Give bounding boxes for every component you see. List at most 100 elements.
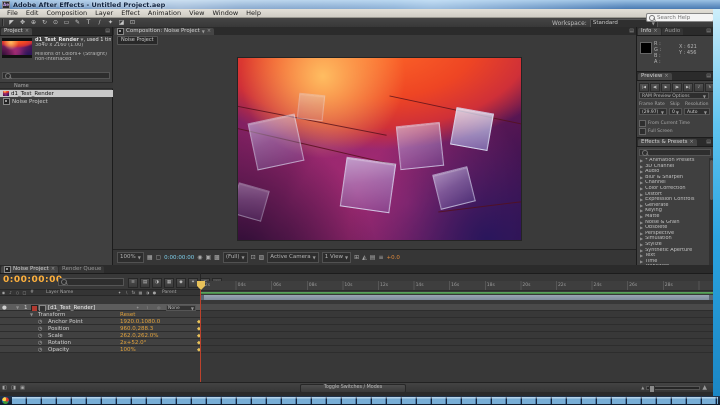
layer-row[interactable]: ● ▼ 1 [d1_Test_Render] ✦ ∖ ◎ None ▼: [0, 304, 713, 311]
transport-button[interactable]: ▶|: [683, 83, 693, 92]
viewer-chip[interactable]: Noise Project: [117, 36, 158, 45]
menu-item[interactable]: Effect: [117, 9, 144, 18]
project-item-composition[interactable]: Noise Project: [0, 98, 113, 105]
view-layout-dropdown[interactable]: 1 View ▼: [322, 252, 351, 263]
timeline-button[interactable]: ◑: [152, 278, 162, 288]
channels-icon[interactable]: ▩: [214, 254, 220, 261]
menu-item[interactable]: Edit: [22, 9, 43, 18]
property-value[interactable]: 1920.0,1080.0: [120, 319, 160, 325]
panel-menu-icon[interactable]: ▤: [105, 28, 110, 35]
tab-timeline-noise-project[interactable]: Noise Project ×: [1, 266, 58, 273]
resolution-dropdown[interactable]: Auto ▼: [684, 108, 710, 115]
layer-quality-icon[interactable]: ✦: [136, 305, 139, 311]
expand-transfer-icon[interactable]: ▣: [18, 385, 27, 391]
frame-rate-dropdown[interactable]: (29.97) ▼: [639, 108, 667, 115]
tool-icon[interactable]: ◪: [116, 18, 127, 27]
zoom-out-icon[interactable]: ▲: [641, 385, 644, 390]
tool-icon[interactable]: ✥: [17, 18, 28, 27]
transport-button[interactable]: ▶: [661, 83, 671, 92]
stopwatch-icon[interactable]: ◷: [38, 340, 42, 346]
close-icon[interactable]: ×: [653, 28, 657, 35]
effects-search-box[interactable]: [639, 149, 711, 156]
viewer-timecode[interactable]: 0:00:00:00: [164, 255, 194, 261]
tool-icon[interactable]: ◤: [6, 18, 17, 27]
current-time-display[interactable]: 0:00:00:00: [3, 275, 63, 285]
transport-button[interactable]: |◀: [639, 83, 649, 92]
tool-icon[interactable]: T: [83, 18, 94, 27]
region-of-interest-icon[interactable]: ⊡: [251, 254, 256, 261]
expand-in-out-icon[interactable]: ◧: [0, 385, 9, 391]
timeline-search-input[interactable]: [69, 279, 117, 285]
panel-menu-icon[interactable]: ▤: [706, 28, 711, 35]
help-search-input[interactable]: [657, 15, 711, 21]
tool-icon[interactable]: ⊡: [127, 18, 138, 27]
zoom-in-icon[interactable]: ▲: [702, 384, 707, 391]
tool-icon[interactable]: ▭: [61, 18, 72, 27]
close-icon[interactable]: ×: [25, 28, 29, 35]
project-search-box[interactable]: [2, 72, 110, 79]
transform-property-row[interactable]: ◷ Rotation 2x+52.0° ◆: [0, 339, 713, 346]
project-name-column-header[interactable]: Name: [0, 82, 113, 89]
stopwatch-icon[interactable]: ◷: [38, 319, 42, 325]
transform-property-row[interactable]: ◷ Anchor Point 1920.0,1080.0 ◆: [0, 318, 713, 325]
panel-menu-icon[interactable]: ▤: [706, 73, 711, 80]
timeline-button[interactable]: ▦: [164, 278, 174, 288]
tool-icon[interactable]: ✦: [105, 18, 116, 27]
fast-previews-icon[interactable]: ◭: [362, 254, 367, 261]
panel-menu-icon[interactable]: ▤: [706, 139, 711, 146]
close-icon[interactable]: ×: [207, 28, 211, 35]
transform-property-row[interactable]: ◷ Opacity 100% ◆: [0, 346, 713, 353]
checkbox-icon[interactable]: [639, 128, 646, 135]
tool-icon[interactable]: ✎: [72, 18, 83, 27]
close-icon[interactable]: ×: [690, 139, 694, 146]
expand-render-time-icon[interactable]: ◨: [9, 385, 18, 391]
help-search-box[interactable]: [646, 13, 714, 22]
start-button-icon[interactable]: [2, 397, 9, 404]
transform-property-row[interactable]: ◷ Position 960.0,288.3 ◆: [0, 325, 713, 332]
panel-menu-icon[interactable]: ▤: [629, 28, 634, 35]
tab-effects-presets[interactable]: Effects & Presets ×: [638, 139, 697, 146]
flowchart-icon[interactable]: ≡: [378, 254, 383, 261]
menu-item[interactable]: Layer: [91, 9, 117, 18]
property-name[interactable]: Scale: [48, 333, 63, 339]
camera-view-dropdown[interactable]: Active Camera ▼: [267, 252, 318, 263]
property-name[interactable]: Position: [48, 326, 69, 332]
work-area-bar[interactable]: [200, 295, 713, 300]
menu-item[interactable]: Window: [209, 9, 243, 18]
parent-dropdown[interactable]: None ▼: [166, 305, 196, 311]
tab-preview[interactable]: Preview ×: [638, 73, 672, 80]
menu-item[interactable]: Help: [242, 9, 265, 18]
tool-icon[interactable]: ⊕: [28, 18, 39, 27]
close-icon[interactable]: ×: [664, 73, 668, 80]
effects-search-input[interactable]: [650, 150, 703, 156]
layer-name[interactable]: [d1_Test_Render]: [48, 305, 95, 311]
timeline-button[interactable]: ◆: [176, 278, 186, 288]
grid-guides-icon[interactable]: ▦: [147, 254, 153, 261]
from-current-time-checkbox[interactable]: From Current Time: [639, 120, 690, 127]
property-value[interactable]: 262.0,262.0%: [120, 333, 158, 339]
tab-info[interactable]: Info ×: [638, 28, 661, 35]
property-value[interactable]: 2x+52.0°: [120, 340, 146, 346]
tool-icon[interactable]: ∕: [94, 18, 105, 27]
parent-header[interactable]: Parent: [158, 289, 200, 296]
tool-icon[interactable]: ⊙: [50, 18, 61, 27]
taskbar-window-buttons[interactable]: [12, 397, 718, 404]
magnification-dropdown[interactable]: 100% ▼: [117, 252, 144, 263]
property-value[interactable]: 100%: [120, 347, 136, 353]
parent-pickwhip-icon[interactable]: ◎: [157, 305, 161, 311]
tab-project[interactable]: Project ×: [1, 28, 32, 35]
pixel-aspect-icon[interactable]: ⊞: [354, 254, 359, 261]
snapshot-icon[interactable]: ◉: [197, 254, 202, 261]
layer-name-header[interactable]: Layer Name: [36, 289, 116, 296]
tab-composition[interactable]: Composition: Noise Project ▼ ×: [114, 28, 214, 35]
tab-render-queue[interactable]: Render Queue: [59, 266, 104, 273]
tool-icon[interactable]: ↻: [39, 18, 50, 27]
property-name[interactable]: Rotation: [48, 340, 71, 346]
timeline-button-icon[interactable]: ▤: [370, 254, 376, 261]
skip-dropdown[interactable]: 0 ▼: [669, 108, 682, 115]
transform-property-row[interactable]: ◷ Scale 262.0,262.0% ◆: [0, 332, 713, 339]
tab-audio[interactable]: Audio: [662, 28, 684, 35]
zoom-slider[interactable]: [646, 386, 700, 390]
close-icon[interactable]: ×: [51, 266, 55, 273]
stopwatch-icon[interactable]: ◷: [38, 347, 42, 353]
